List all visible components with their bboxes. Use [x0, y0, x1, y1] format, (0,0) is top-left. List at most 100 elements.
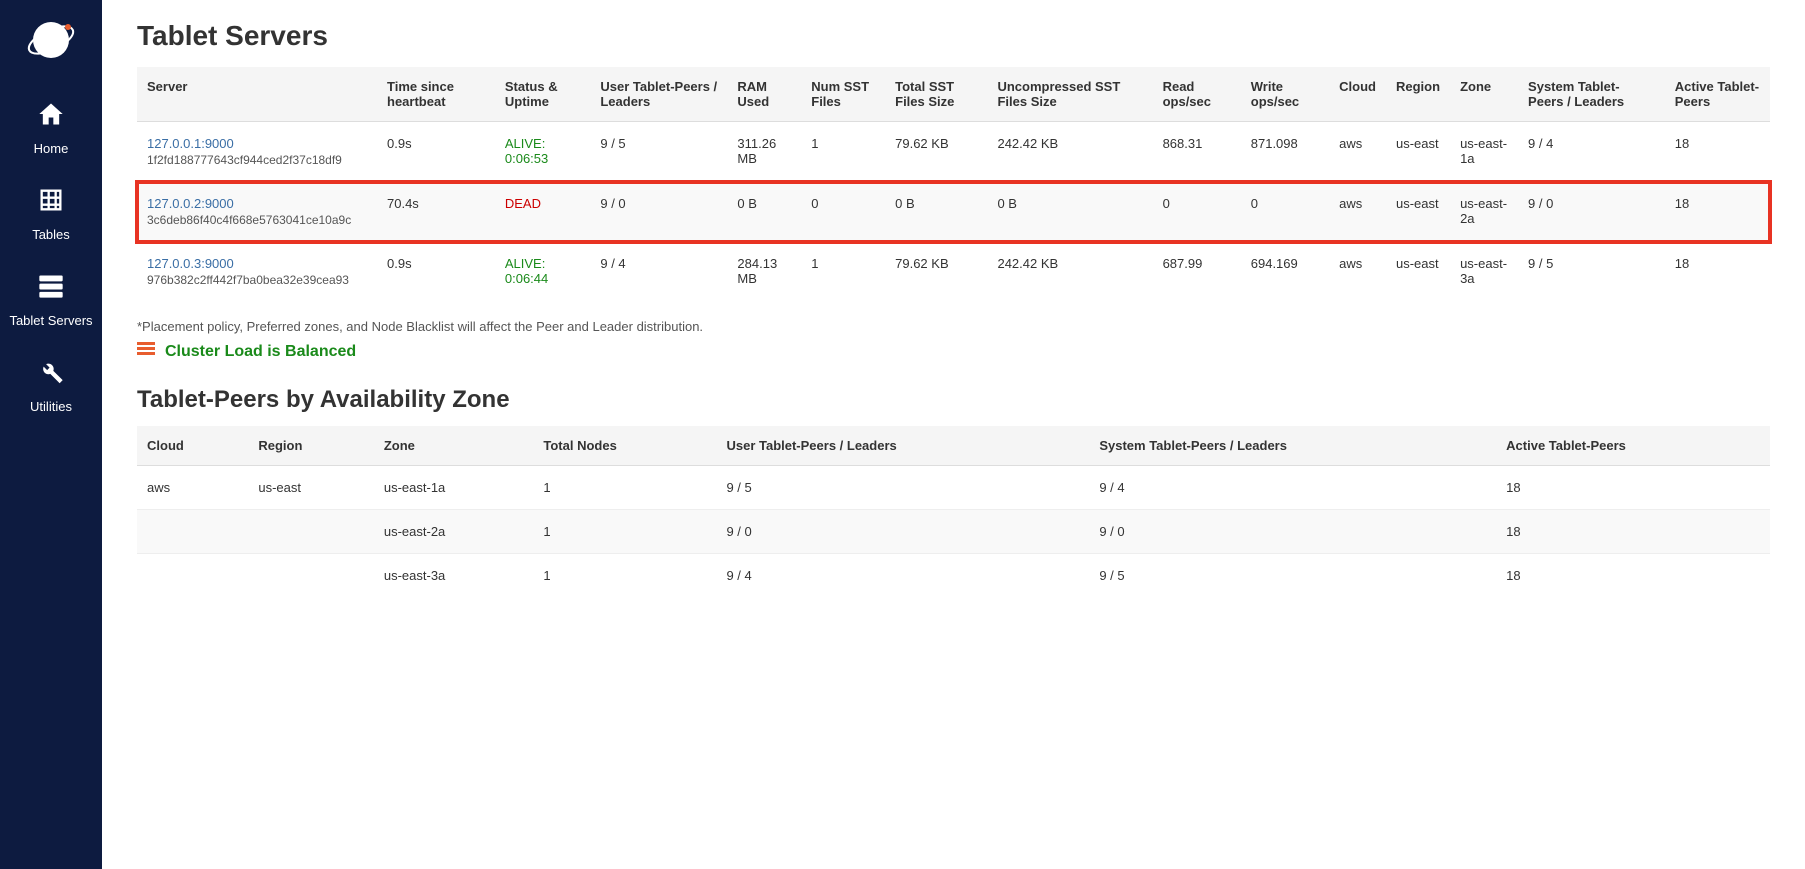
cell-az-cloud	[137, 510, 248, 554]
th-az-active-peers: Active Tablet-Peers	[1496, 426, 1770, 466]
cell-az-total-nodes: 1	[533, 554, 716, 598]
cell-read-ops: 687.99	[1153, 242, 1241, 302]
th-az-sys-peers: System Tablet-Peers / Leaders	[1089, 426, 1496, 466]
server-uuid: 3c6deb86f40c4f668e5763041ce10a9c	[147, 213, 367, 227]
th-az-zone: Zone	[374, 426, 534, 466]
cell-sys-peers: 9 / 5	[1518, 242, 1665, 302]
table-row: awsus-eastus-east-1a19 / 59 / 418	[137, 466, 1770, 510]
th-sys-peers: System Tablet-Peers / Leaders	[1518, 67, 1665, 122]
cell-az-zone: us-east-1a	[374, 466, 534, 510]
cell-az-user-peers: 9 / 5	[716, 466, 1089, 510]
cell-ram: 0 B	[727, 182, 801, 242]
cell-cloud: aws	[1329, 122, 1386, 182]
table-icon	[37, 186, 65, 221]
nav-tablet-servers[interactable]: Tablet Servers	[0, 257, 102, 343]
cluster-balance-row: Cluster Load is Balanced	[137, 342, 1770, 361]
wrench-icon	[37, 358, 65, 393]
th-az-total-nodes: Total Nodes	[533, 426, 716, 466]
cell-write-ops: 0	[1241, 182, 1329, 242]
th-az-cloud: Cloud	[137, 426, 248, 466]
cluster-balance-text: Cluster Load is Balanced	[165, 343, 356, 361]
table-row: 127.0.0.1:90001f2fd188777643cf944ced2f37…	[137, 122, 1770, 182]
nav-utilities[interactable]: Utilities	[0, 343, 102, 429]
server-link[interactable]: 127.0.0.2:9000	[147, 196, 234, 211]
cell-uncompressed: 242.42 KB	[987, 122, 1152, 182]
nav-tables[interactable]: Tables	[0, 171, 102, 257]
cell-az-active-peers: 18	[1496, 466, 1770, 510]
nav-home[interactable]: Home	[0, 85, 102, 171]
tablet-servers-table: Server Time since heartbeat Status & Upt…	[137, 67, 1770, 301]
cell-num-sst: 1	[801, 122, 885, 182]
th-server: Server	[137, 67, 377, 122]
nav-label: Tablet Servers	[9, 313, 92, 328]
cell-write-ops: 694.169	[1241, 242, 1329, 302]
th-az-user-peers: User Tablet-Peers / Leaders	[716, 426, 1089, 466]
cell-zone: us-east-2a	[1450, 182, 1518, 242]
cell-uncompressed: 242.42 KB	[987, 242, 1152, 302]
cell-zone: us-east-3a	[1450, 242, 1518, 302]
nav-label: Tables	[32, 227, 70, 242]
cell-total-sst: 79.62 KB	[885, 242, 987, 302]
page-title: Tablet Servers	[137, 20, 1770, 52]
cell-uncompressed: 0 B	[987, 182, 1152, 242]
cell-user-peers: 9 / 0	[590, 182, 727, 242]
table-row: 127.0.0.2:9000 3c6deb86f40c4f668e5763041c…	[137, 182, 1770, 242]
nav-label: Utilities	[30, 399, 72, 414]
th-region: Region	[1386, 67, 1450, 122]
cell-az-total-nodes: 1	[533, 466, 716, 510]
cell-user-peers: 9 / 5	[590, 122, 727, 182]
cell-num-sst: 0	[801, 182, 885, 242]
th-uncompressed: Uncompressed SST Files Size	[987, 67, 1152, 122]
placement-footnote: *Placement policy, Preferred zones, and …	[137, 319, 1770, 334]
cell-active-peers: 18	[1665, 182, 1770, 242]
cell-ram: 311.26 MB	[727, 122, 801, 182]
th-ram: RAM Used	[727, 67, 801, 122]
cell-heartbeat: 0.9s	[377, 122, 495, 182]
th-write-ops: Write ops/sec	[1241, 67, 1329, 122]
cell-read-ops: 0	[1153, 182, 1241, 242]
th-user-peers: User Tablet-Peers / Leaders	[590, 67, 727, 122]
th-az-region: Region	[248, 426, 374, 466]
th-cloud: Cloud	[1329, 67, 1386, 122]
cell-active-peers: 18	[1665, 242, 1770, 302]
server-link[interactable]: 127.0.0.1:9000	[147, 136, 234, 151]
cell-sys-peers: 9 / 0	[1518, 182, 1665, 242]
cell-az-region	[248, 554, 374, 598]
table-row: 127.0.0.3:9000976b382c2ff442f7ba0bea32e3…	[137, 242, 1770, 302]
logo-icon[interactable]	[26, 15, 76, 65]
cell-active-peers: 18	[1665, 122, 1770, 182]
cell-read-ops: 868.31	[1153, 122, 1241, 182]
cell-az-cloud: aws	[137, 466, 248, 510]
cell-az-sys-peers: 9 / 4	[1089, 466, 1496, 510]
az-title: Tablet-Peers by Availability Zone	[137, 386, 1770, 414]
th-read-ops: Read ops/sec	[1153, 67, 1241, 122]
cell-status: ALIVE:0:06:44	[495, 242, 590, 302]
cell-ram: 284.13 MB	[727, 242, 801, 302]
cell-heartbeat: 0.9s	[377, 242, 495, 302]
th-zone: Zone	[1450, 67, 1518, 122]
cell-write-ops: 871.098	[1241, 122, 1329, 182]
cell-az-total-nodes: 1	[533, 510, 716, 554]
cell-cloud: aws	[1329, 182, 1386, 242]
th-total-sst: Total SST Files Size	[885, 67, 987, 122]
cell-num-sst: 1	[801, 242, 885, 302]
cell-user-peers: 9 / 4	[590, 242, 727, 302]
az-table: Cloud Region Zone Total Nodes User Table…	[137, 426, 1770, 597]
cell-az-zone: us-east-2a	[374, 510, 534, 554]
server-link[interactable]: 127.0.0.3:9000	[147, 256, 234, 271]
cell-az-user-peers: 9 / 4	[716, 554, 1089, 598]
cell-total-sst: 79.62 KB	[885, 122, 987, 182]
th-heartbeat: Time since heartbeat	[377, 67, 495, 122]
main-content: Tablet Servers Server Time since heartbe…	[102, 0, 1805, 869]
th-status: Status & Uptime	[495, 67, 590, 122]
cell-status: ALIVE:0:06:53	[495, 122, 590, 182]
cell-total-sst: 0 B	[885, 182, 987, 242]
cell-az-region	[248, 510, 374, 554]
cell-az-cloud	[137, 554, 248, 598]
nav-label: Home	[34, 141, 69, 156]
cell-az-user-peers: 9 / 0	[716, 510, 1089, 554]
cell-region: us-east	[1386, 242, 1450, 302]
cell-zone: us-east-1a	[1450, 122, 1518, 182]
cell-az-zone: us-east-3a	[374, 554, 534, 598]
table-row: us-east-3a19 / 49 / 518	[137, 554, 1770, 598]
